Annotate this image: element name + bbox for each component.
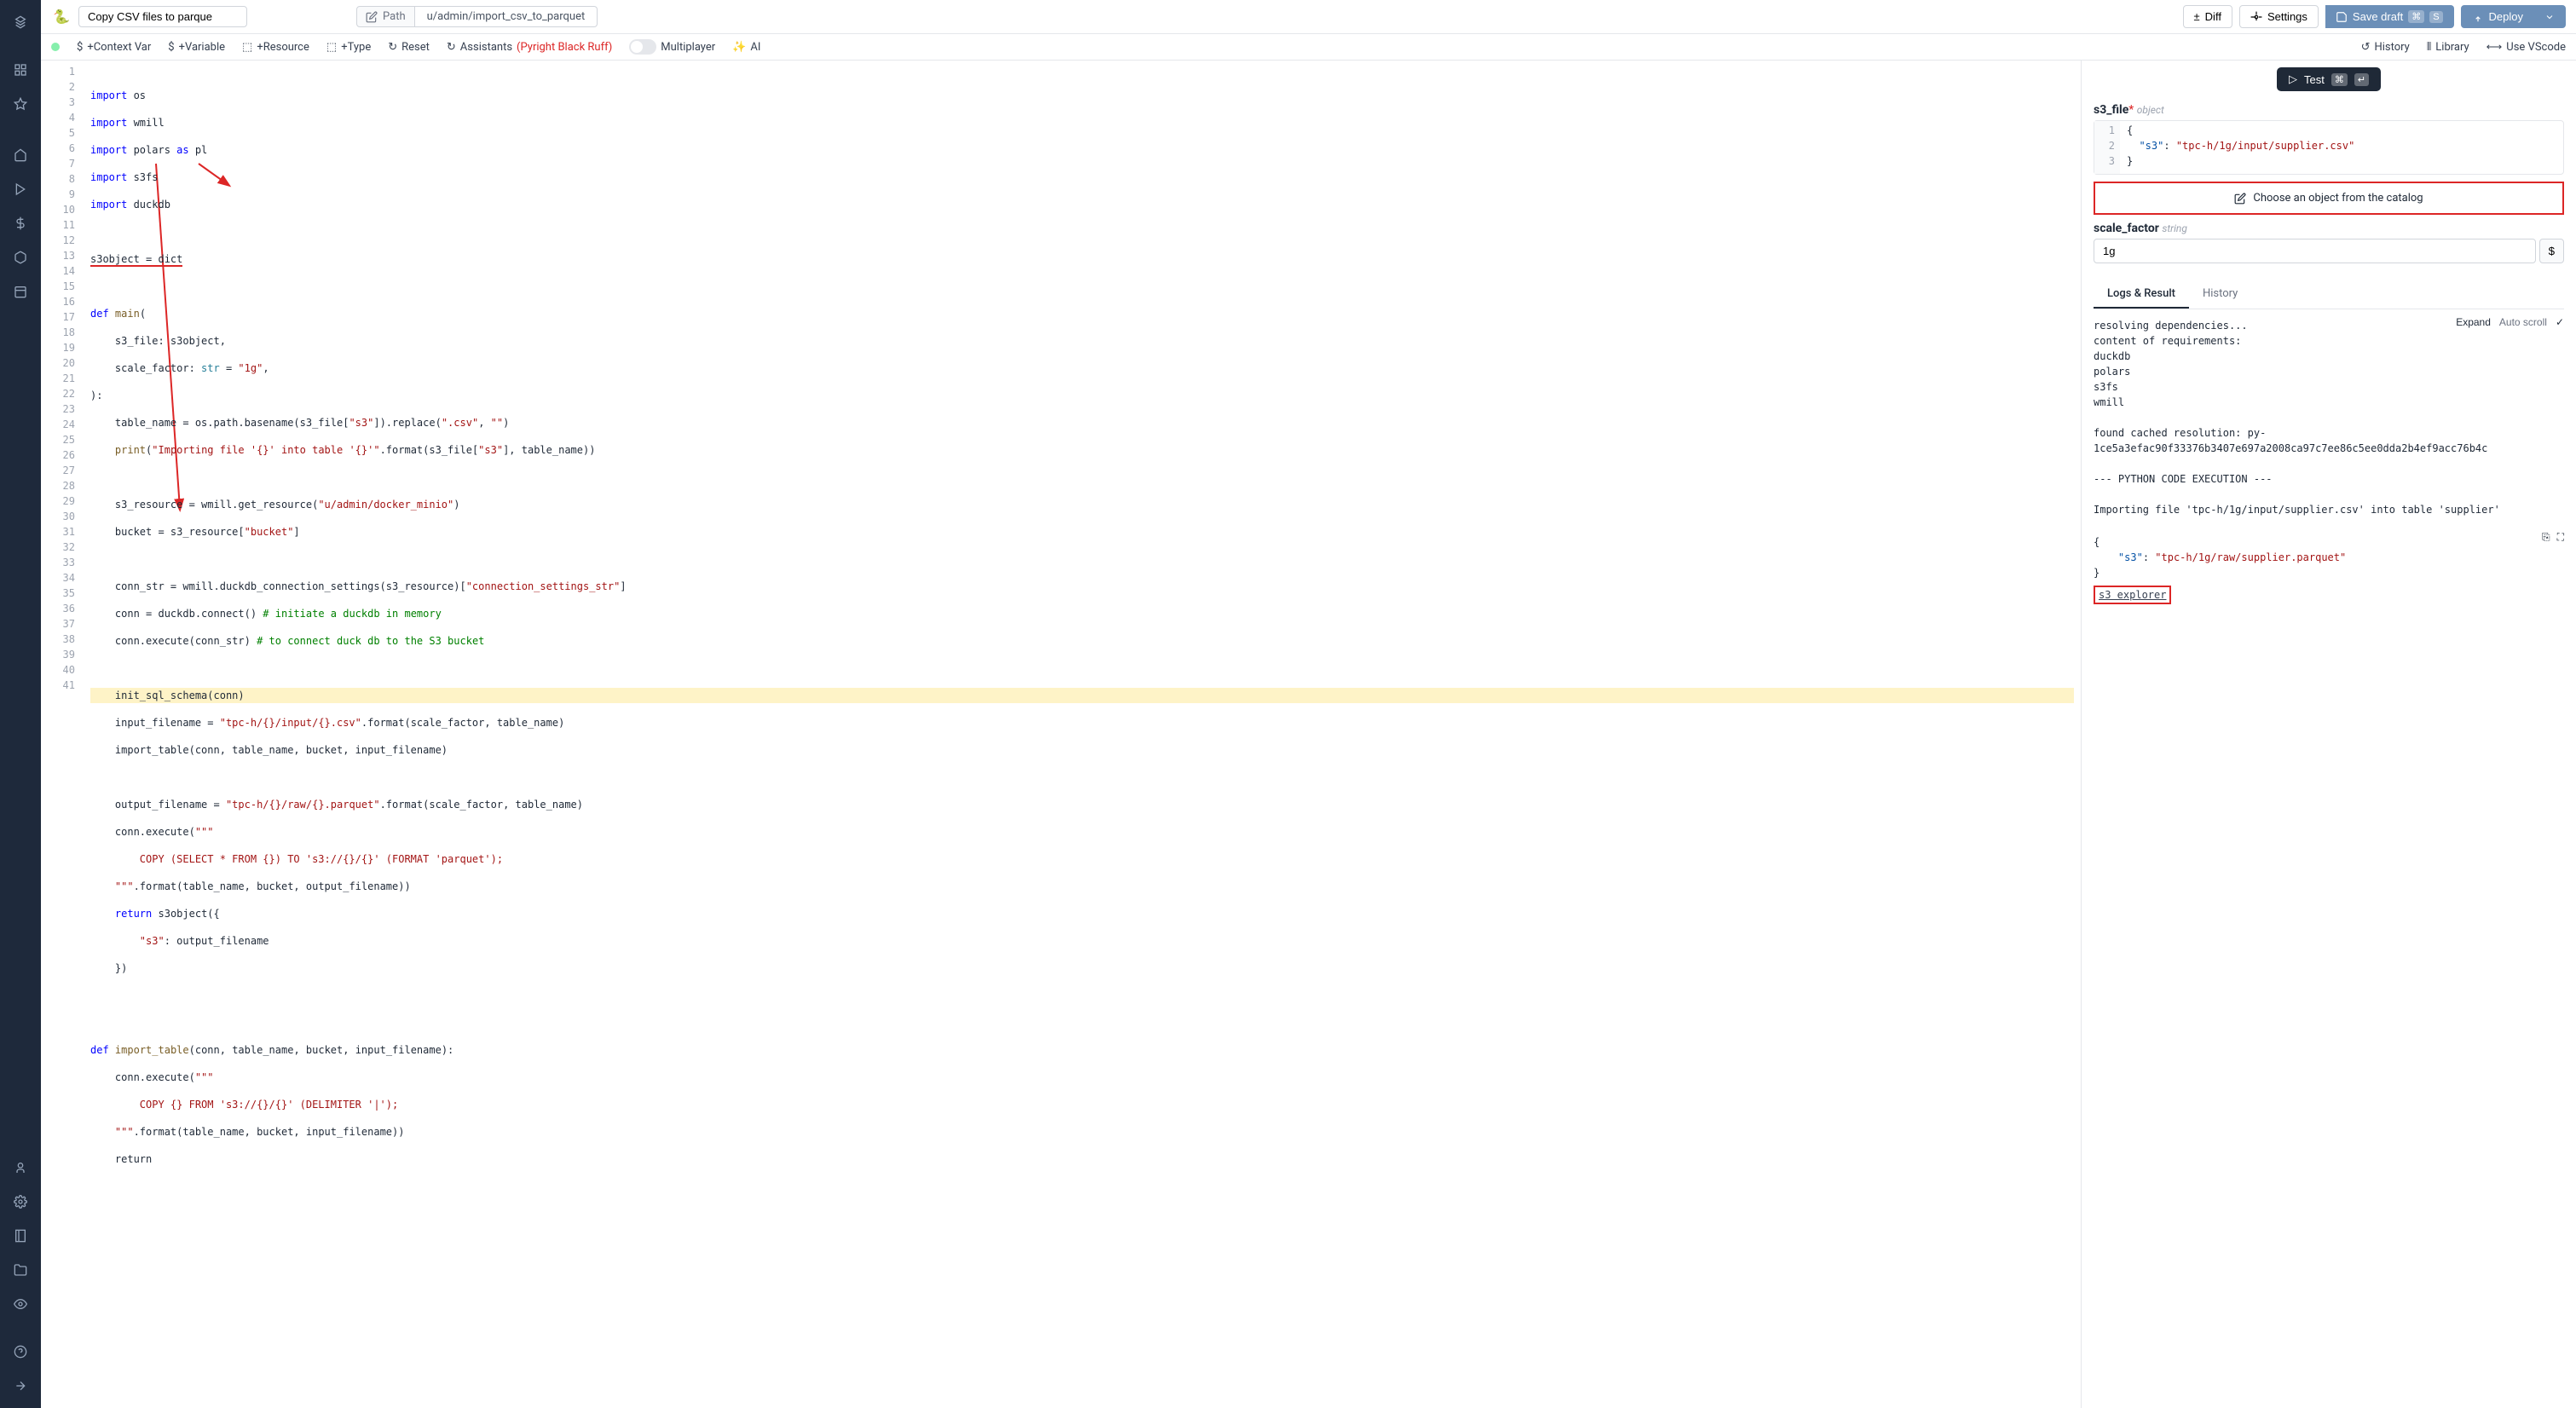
ai-button[interactable]: ✨ AI [732,41,760,54]
history-button[interactable]: ↺ History [2361,41,2410,54]
path-value: u/admin/import_csv_to_parquet [415,6,598,27]
autoscroll-label: Auto scroll [2499,316,2547,328]
tab-logs[interactable]: Logs & Result [2094,280,2189,309]
vscode-button[interactable]: ⟷ Use VScode [2486,41,2566,54]
play-icon[interactable] [5,174,36,205]
header: 🐍 Path u/admin/import_csv_to_parquet ± D… [41,0,2576,34]
user-icon[interactable] [5,1152,36,1183]
building-icon[interactable] [5,1220,36,1251]
scale-factor-label: scale_factor string [2094,222,2564,235]
python-icon: 🐍 [51,7,72,27]
diff-button[interactable]: ± Diff [2183,5,2232,28]
left-sidebar [0,0,41,1408]
scale-dollar-button[interactable]: $ [2539,239,2564,263]
code-body[interactable]: import os import wmill import polars as … [84,61,2081,1408]
s3-explorer-link[interactable]: s3 explorer [2094,586,2171,604]
settings-button[interactable]: Settings [2239,5,2319,28]
test-button[interactable]: ▷ Test ⌘↵ [2277,67,2381,91]
status-dot [51,43,60,51]
dollar-icon[interactable] [5,208,36,239]
expand-icon[interactable]: ⛶ [2557,531,2564,544]
content-split: 1234567891011121314151617181920212223242… [41,61,2576,1408]
logs-output: Expand Auto scroll ✓ resolving dependenc… [2082,309,2576,1408]
assistants-button[interactable]: ↻ Assistants (Pyright Black Ruff) [447,41,612,54]
type-button[interactable]: ⬚ +Type [326,41,371,54]
settings-icon[interactable] [5,1186,36,1217]
reset-button[interactable]: ↻ Reset [388,41,430,54]
autoscroll-check[interactable]: ✓ [2556,316,2564,328]
expand-button[interactable]: Expand [2456,316,2491,328]
copy-icon[interactable]: ⎘ [2542,531,2550,544]
result-output: ⎘ ⛶ { "s3": "tpc-h/1g/raw/supplier.parqu… [2094,534,2564,604]
save-draft-button[interactable]: Save draft ⌘S [2325,5,2454,28]
multiplayer-toggle[interactable]: Multiplayer [629,39,715,55]
right-panel: ▷ Test ⌘↵ s3_file* object 123 { "s3": "t… [2082,61,2576,1408]
grid-icon[interactable] [5,55,36,85]
code-editor[interactable]: 1234567891011121314151617181920212223242… [41,61,2082,1408]
eye-icon[interactable] [5,1289,36,1319]
star-icon[interactable] [5,89,36,119]
library-button[interactable]: ⫴ Library [2427,41,2469,54]
script-title-input[interactable] [78,6,247,27]
tab-history[interactable]: History [2189,280,2251,309]
resource-button[interactable]: ⬚ +Resource [242,41,309,54]
calendar-icon[interactable] [5,276,36,307]
s3-file-label: s3_file* object [2094,103,2564,117]
choose-object-catalog-button[interactable]: Choose an object from the catalog [2094,182,2564,215]
deploy-dropdown[interactable] [2534,5,2566,28]
deploy-button[interactable]: Deploy [2461,5,2534,28]
home-icon[interactable] [5,140,36,170]
toolbar: $ +Context Var $ +Variable ⬚ +Resource ⬚… [41,34,2576,61]
main-area: 🐍 Path u/admin/import_csv_to_parquet ± D… [41,0,2576,1408]
cube-icon[interactable] [5,242,36,273]
help-icon[interactable] [5,1336,36,1367]
output-tabs: Logs & Result History [2094,280,2564,309]
s3-file-json-editor[interactable]: 123 { "s3": "tpc-h/1g/input/supplier.csv… [2094,120,2564,175]
line-gutter: 1234567891011121314151617181920212223242… [41,61,84,1408]
folder-icon[interactable] [5,1255,36,1285]
scale-factor-input[interactable] [2094,239,2536,263]
arrow-right-icon[interactable] [5,1370,36,1401]
variable-button[interactable]: $ +Variable [168,41,225,54]
logo-icon[interactable] [5,7,36,38]
context-var-button[interactable]: $ +Context Var [77,41,151,54]
path-label[interactable]: Path [356,6,415,27]
